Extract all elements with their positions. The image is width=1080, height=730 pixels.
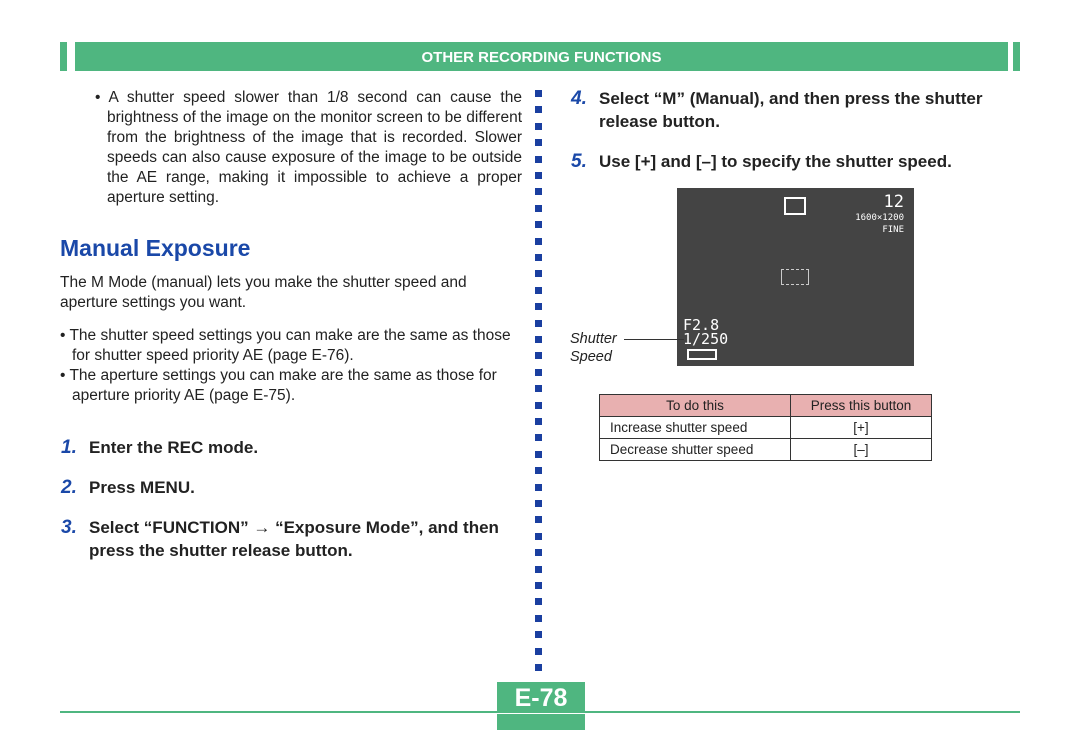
divider-dot [535,401,542,409]
divider-dot [535,532,542,540]
divider-dot [535,483,542,491]
step-text: Select “FUNCTION” → “Exposure Mode”, and… [89,518,499,560]
step-number: 4. [571,88,587,109]
divider-dot [535,368,542,376]
header-bar-left [60,42,67,71]
header-bar-right [1013,42,1020,71]
section-header: OTHER RECORDING FUNCTIONS [75,42,1008,71]
shutter-speed-callout: Shutter Speed [570,331,617,365]
divider-dot [535,270,542,278]
divider-dot [535,286,542,294]
divider-dot [535,631,542,639]
table-header: To do this [599,394,791,417]
divider-dot [535,450,542,458]
focus-frame-icon [781,269,809,285]
intro-bullet: • A shutter speed slower than 1/8 second… [95,89,522,206]
divider-dot [535,204,542,212]
table-header: Press this button [790,394,932,417]
divider-dot [535,254,542,261]
divider-dot [535,188,542,196]
bullet: • The aperture settings you can make are… [60,367,497,404]
divider-dot [535,516,542,524]
divider-dot [535,434,542,442]
divider-dot [535,90,542,97]
step-4: 4. Select “M” (Manual), and then press th… [571,87,1024,133]
image-quality: FINE [882,225,904,235]
battery-icon [687,349,717,360]
divider-dot [535,664,542,671]
image-size: 1600×1200 [855,213,904,223]
bullet: • The shutter speed settings you can mak… [60,327,511,364]
table-cell: [–] [790,438,932,461]
single-shot-icon [784,197,806,215]
divider-dot [535,319,542,327]
step-number: 1. [61,437,77,458]
step-text: Use [+] and [–] to specify the shutter s… [599,152,952,171]
divider-dot [535,237,542,245]
divider-dot [535,549,542,557]
step-3: 3. Select “FUNCTION” → “Exposure Mode”, a… [61,516,514,562]
divider-dot [535,614,542,622]
divider-dot [535,155,542,163]
divider-dot [535,139,542,147]
divider-dot [535,582,542,589]
intro-text: A shutter speed slower than 1/8 second c… [107,89,522,206]
divider-dot [535,647,542,655]
step-number: 3. [61,517,77,538]
divider-dot [535,385,542,393]
divider-dot [535,467,542,475]
step-number: 2. [61,477,77,498]
intro-paragraph: The M Mode (manual) lets you make the sh… [60,274,467,311]
divider-dot [535,221,542,229]
divider-dot [535,565,542,573]
divider-dot [535,106,542,114]
step-text: Select “M” (Manual), and then press the … [599,89,983,131]
table-cell: Decrease shutter speed [599,438,791,461]
step-2: 2. Press MENU. [61,476,514,499]
table-row: Increase shutter speed [+] [599,416,932,439]
divider-dot [535,598,542,606]
divider-dot [535,336,542,343]
section-heading: Manual Exposure [60,235,251,261]
divider-dot [535,303,542,311]
callout-line [624,339,684,340]
divider-dot [535,418,542,425]
bullet-text: The shutter speed settings you can make … [69,327,511,364]
step-1: 1. Enter the REC mode. [61,436,514,459]
button-table: To do this Press this button Increase shu… [599,394,932,461]
page-number: E-78 [497,682,585,712]
monitor-screen: 12 1600×1200 FINE F2.8 1/250 [677,188,914,366]
table-cell: [+] [790,416,932,439]
step-text: Press MENU. [89,478,195,497]
shots-remaining: 12 [883,192,904,212]
step-number: 5. [571,151,587,172]
step-text: Enter the REC mode. [89,438,259,457]
divider-dot [535,172,542,179]
page-tab [497,714,585,730]
divider-dot [535,122,542,130]
divider-dot [535,352,542,360]
bullet-text: The aperture settings you can make are t… [69,367,497,404]
divider-dot [535,500,542,507]
table-cell: Increase shutter speed [599,416,791,439]
table-row: Decrease shutter speed [–] [599,438,932,461]
step-5: 5. Use [+] and [–] to specify the shutter… [571,150,1024,173]
shutter-value: 1/250 [683,330,729,348]
